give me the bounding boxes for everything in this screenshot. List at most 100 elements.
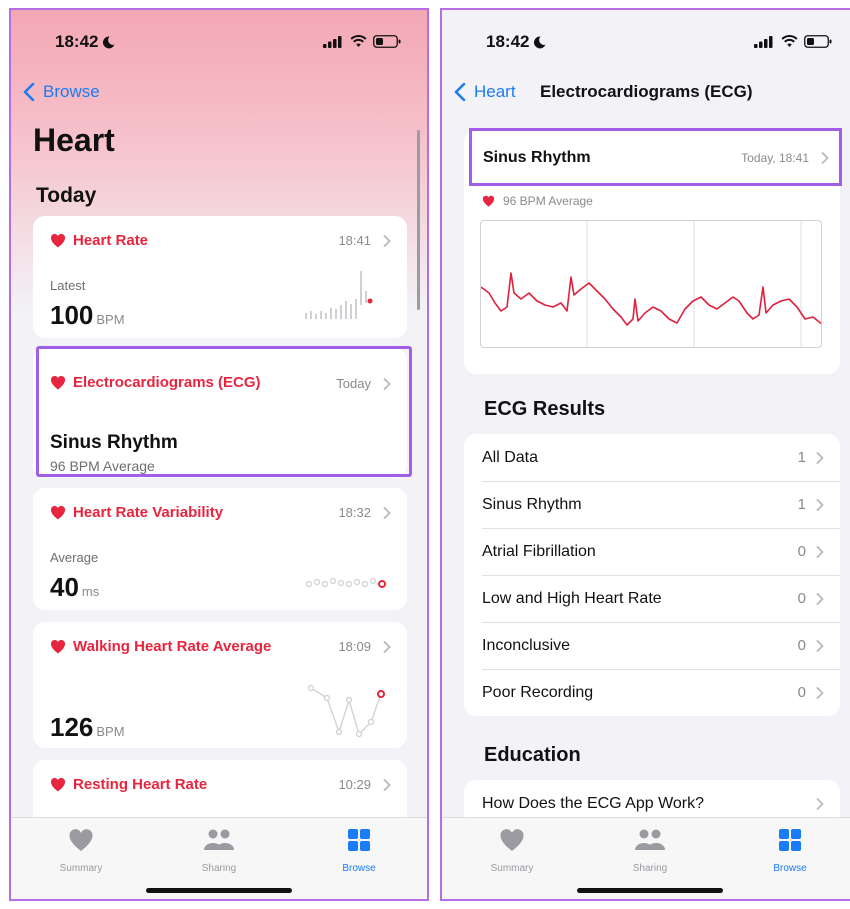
heart-rate-value: 100 (50, 300, 94, 330)
row-label: Sinus Rhythm (482, 495, 582, 513)
section-header-ecg-results: ECG Results (484, 398, 606, 420)
ecg-average: 96 BPM Average (503, 194, 593, 208)
row-label: How Does the ECG App Work? (482, 794, 705, 812)
hrv-sparkline (305, 577, 386, 588)
ecg-waveform-svg (481, 221, 821, 347)
scroll-indicator[interactable] (417, 130, 420, 310)
chevron-right-icon (383, 641, 391, 653)
chevron-right-icon (816, 593, 824, 605)
ecg-average-row: 96 BPM Average (482, 194, 593, 208)
home-indicator[interactable] (577, 888, 723, 893)
battery-icon (804, 35, 832, 48)
card-time: 18:09 (338, 639, 371, 654)
status-bar: 18:42 (442, 10, 850, 70)
row-label: Poor Recording (482, 683, 594, 701)
card-value: 126 BPM (50, 712, 125, 743)
card-title: Heart Rate Variability (73, 504, 224, 521)
status-bar: 18:42 (11, 10, 427, 70)
walking-hr-value: 126 (50, 712, 94, 742)
back-button[interactable]: Heart (454, 82, 516, 102)
chevron-right-icon (383, 235, 391, 247)
hrv-card[interactable]: Heart Rate Variability 18:32 Average 40 m… (33, 488, 407, 610)
card-title: Electrocardiograms (ECG) (73, 374, 261, 391)
chevron-right-icon (816, 452, 824, 464)
card-time: 18:41 (338, 233, 371, 248)
row-label: Inconclusive (482, 636, 571, 654)
chevron-left-icon (23, 83, 35, 101)
tab-sharing[interactable]: Sharing (600, 828, 700, 876)
tab-browse[interactable]: Browse (740, 828, 840, 876)
row-count: 0 (797, 637, 806, 654)
tab-label: Sharing (201, 863, 237, 874)
walking-hr-sparkline (307, 684, 385, 738)
nav-title: Electrocardiograms (ECG) (540, 82, 753, 101)
result-row-all-data[interactable]: All Data 1 (464, 434, 840, 481)
result-row-low-high-heart-rate[interactable]: Low and High Heart Rate 0 (464, 575, 840, 622)
chevron-right-icon (816, 546, 824, 558)
heart-rate-unit: BPM (96, 312, 125, 327)
chevron-left-icon (454, 83, 466, 101)
cellular-signal-icon (754, 36, 773, 48)
hrv-value: 40 (50, 572, 79, 602)
result-row-poor-recording[interactable]: Poor Recording 0 (464, 669, 840, 716)
card-title: Resting Heart Rate (73, 776, 208, 793)
heart-rate-sparkline (305, 271, 373, 319)
ecg-waveform (480, 220, 822, 348)
page-title: Heart (33, 122, 115, 158)
heart-icon (482, 195, 495, 207)
chevron-right-icon (816, 798, 824, 810)
tab-sharing[interactable]: Sharing (169, 828, 269, 876)
card-title: Heart Rate (73, 232, 149, 249)
grid-icon (779, 829, 801, 851)
walking-heart-rate-card[interactable]: Walking Heart Rate Average 18:09 126 BPM (33, 622, 407, 748)
latest-reading-dot (367, 298, 373, 304)
tab-summary[interactable]: Summary (462, 828, 562, 876)
row-count: 0 (797, 590, 806, 607)
card-label: Latest (50, 278, 86, 293)
wifi-icon (781, 35, 798, 47)
card-label: Average (50, 550, 99, 565)
back-button[interactable]: Browse (23, 82, 100, 102)
tab-label: Summary (59, 863, 103, 874)
card-value: 100 BPM (50, 300, 125, 331)
tab-label: Browse (342, 863, 376, 874)
result-row-atrial-fibrillation[interactable]: Atrial Fibrillation 0 (464, 528, 840, 575)
tab-bar: Summary Sharing Browse (11, 817, 427, 899)
row-label: Atrial Fibrillation (482, 542, 596, 560)
chevron-right-icon (383, 507, 391, 519)
home-indicator[interactable] (146, 888, 292, 893)
heart-icon (50, 639, 66, 654)
heart-icon (50, 777, 66, 792)
result-row-inconclusive[interactable]: Inconclusive 0 (464, 622, 840, 669)
ecg-time: Today, 18:41 (741, 151, 809, 165)
heart-icon (50, 233, 66, 248)
people-icon (204, 829, 234, 850)
latest-reading-dot (378, 580, 386, 588)
ecg-result: Sinus Rhythm (50, 432, 178, 453)
result-row-sinus-rhythm[interactable]: Sinus Rhythm 1 (464, 481, 840, 528)
tab-label: Browse (773, 863, 807, 874)
row-count: 0 (797, 684, 806, 701)
status-time: 18:42 (55, 32, 99, 51)
chevron-right-icon (383, 779, 391, 791)
latest-reading-dot (377, 690, 385, 698)
row-count: 0 (797, 543, 806, 560)
status-time: 18:42 (486, 32, 530, 51)
tab-label: Summary (490, 863, 534, 874)
cellular-signal-icon (323, 36, 342, 48)
wifi-icon (350, 35, 367, 47)
back-label: Browse (43, 82, 100, 101)
ecg-recording-header[interactable]: Sinus Rhythm Today, 18:41 (469, 128, 842, 186)
tab-browse[interactable]: Browse (309, 828, 409, 876)
tab-summary[interactable]: Summary (31, 828, 131, 876)
chevron-right-icon (383, 378, 391, 390)
ecg-card[interactable]: Electrocardiograms (ECG) Today Sinus Rhy… (33, 348, 407, 478)
heart-rate-card[interactable]: Heart Rate 18:41 Latest 100 BPM (33, 216, 407, 338)
card-title: Walking Heart Rate Average (73, 638, 272, 655)
heart-icon (69, 829, 93, 851)
card-value: 40 ms (50, 572, 99, 603)
row-label: Low and High Heart Rate (482, 589, 662, 607)
card-time: 18:32 (338, 505, 371, 520)
grid-icon (348, 829, 370, 851)
chevron-right-icon (816, 499, 824, 511)
